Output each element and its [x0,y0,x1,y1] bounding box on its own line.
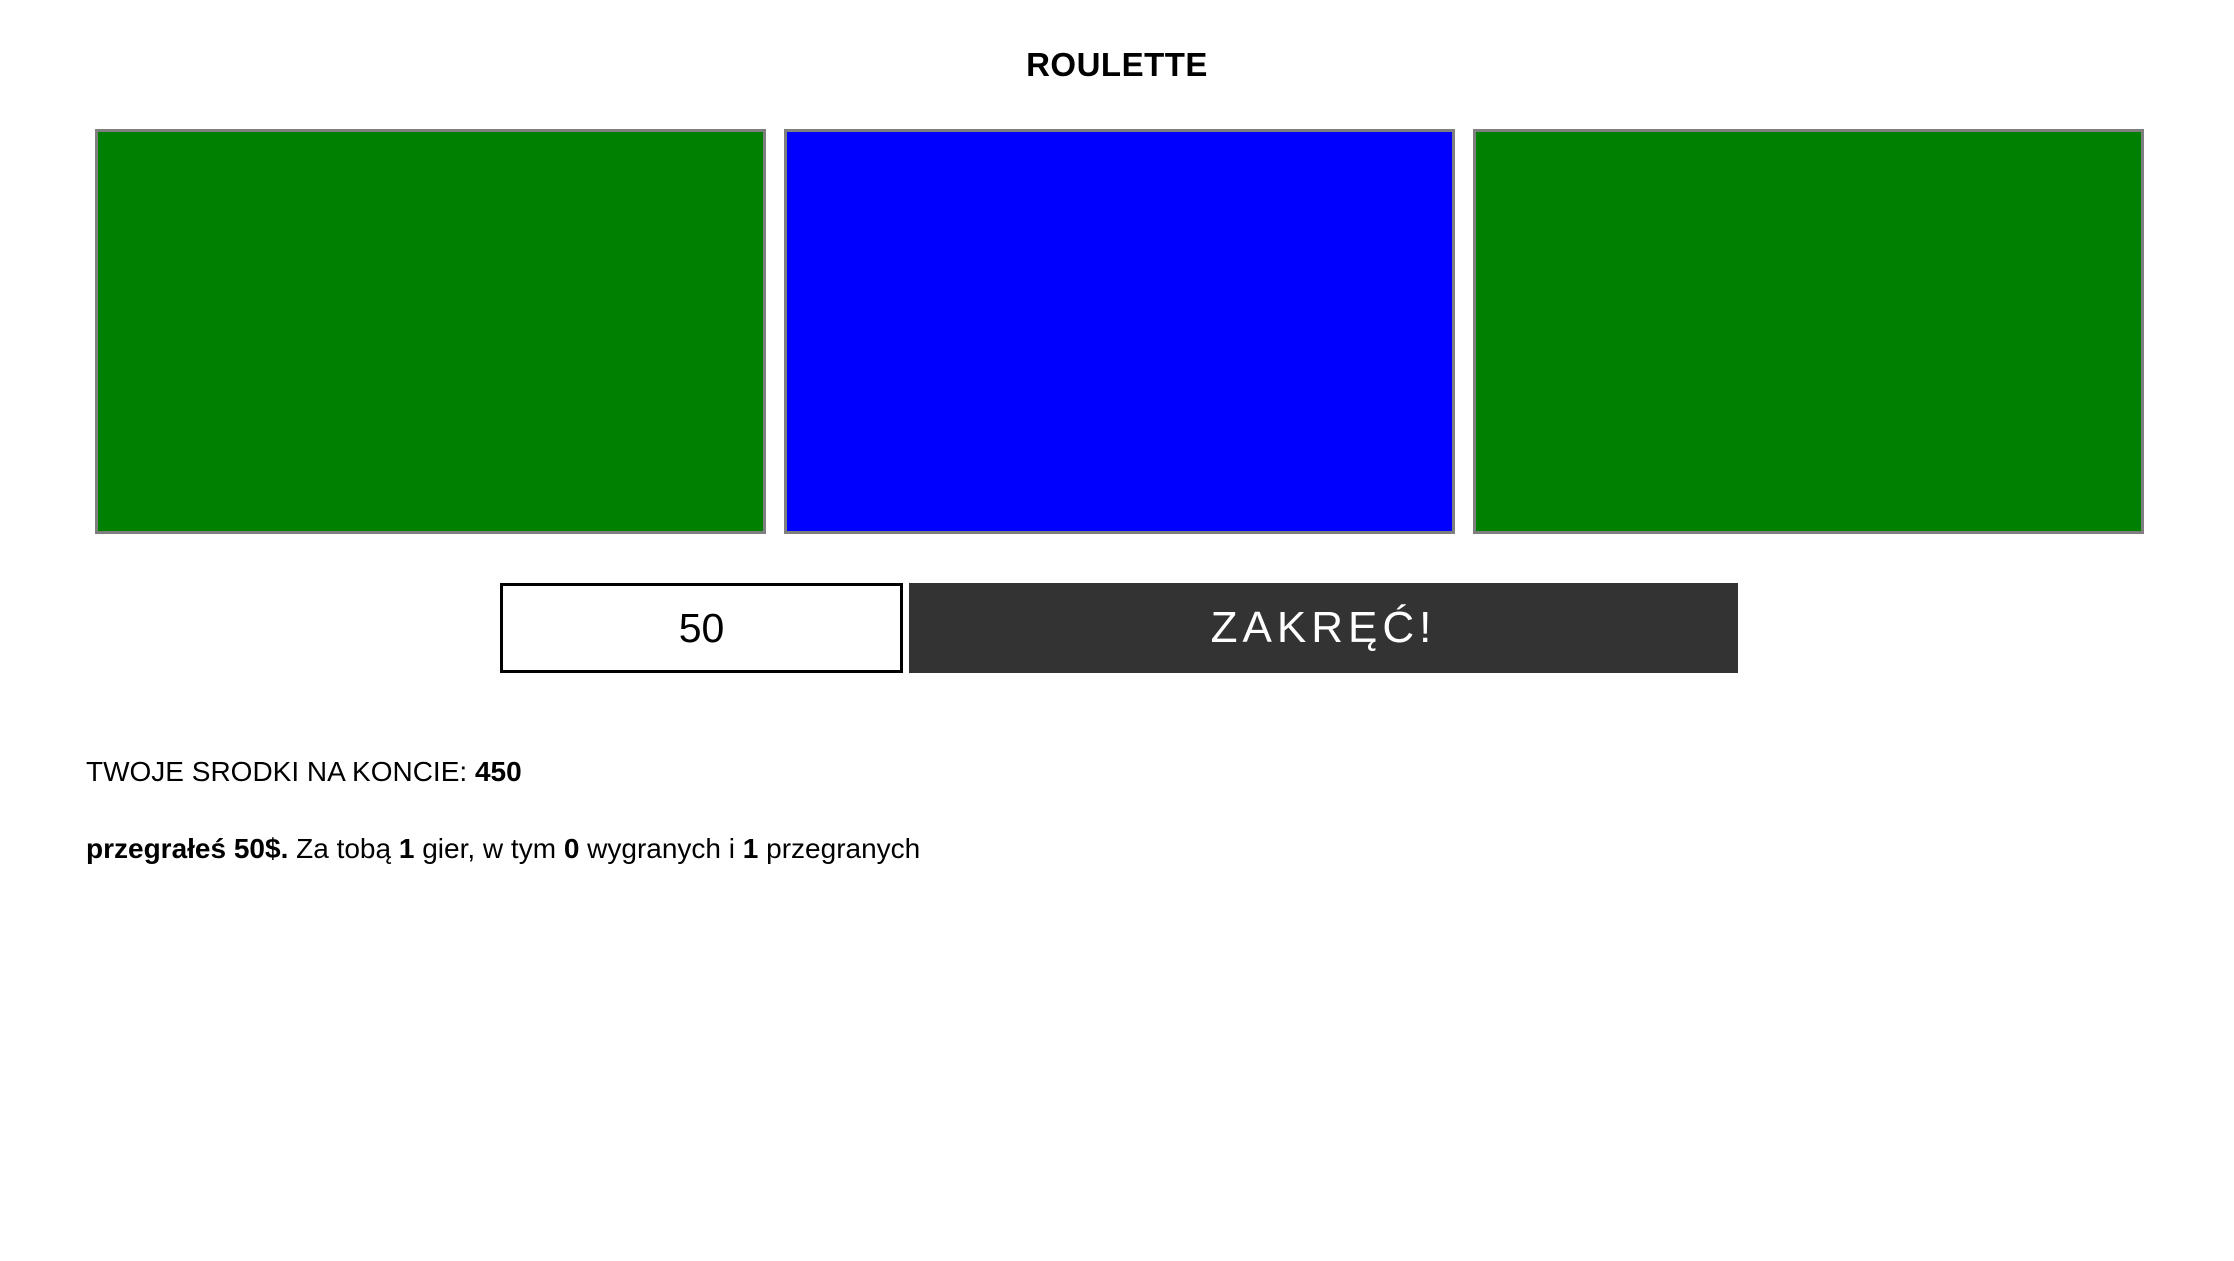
roulette-slots [95,129,2144,534]
balance-value: 450 [474,756,522,787]
wins-count: 0 [563,833,580,864]
slot-2 [784,129,1455,534]
account-balance: TWOJE SRODKI NA KONCIE: 450 [86,756,522,788]
slot-1 [95,129,766,534]
summary-text: Za tobą [288,833,399,864]
page-title: ROULETTE [1026,46,1208,83]
game-summary: przegrałeś 50$. Za tobą 1 gier, w tym 0 … [86,833,920,865]
bet-amount-input[interactable] [500,583,903,673]
slot-3 [1473,129,2144,534]
games-count: 1 [398,833,415,864]
summary-text: gier, w tym [414,833,564,864]
losses-count: 1 [742,833,759,864]
balance-label: TWOJE SRODKI NA KONCIE: [86,756,475,787]
spin-button[interactable]: ZAKRĘĆ! [909,583,1738,673]
last-outcome: przegrałeś 50$. [86,833,289,864]
summary-text: przegranych [758,833,921,864]
summary-text: wygranych i [579,833,743,864]
